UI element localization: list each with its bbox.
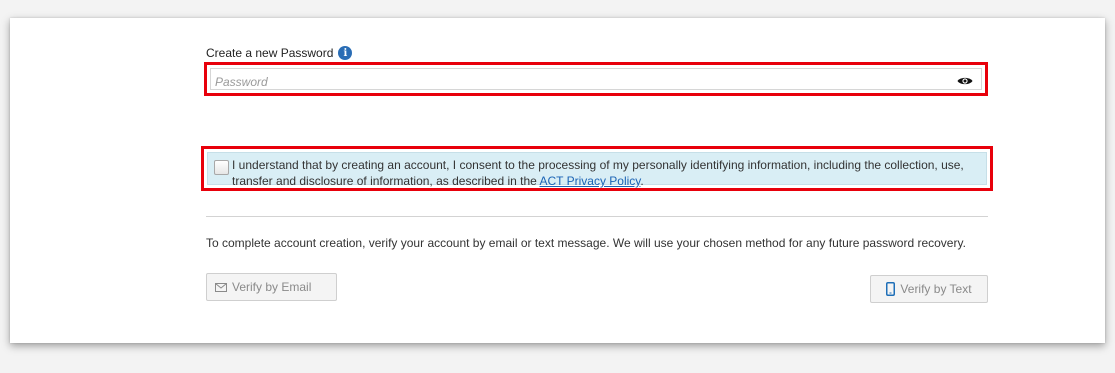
consent-text: I understand that by creating an account… <box>232 157 982 189</box>
password-field-wrapper <box>210 68 982 93</box>
verification-instructions: To complete account creation, verify you… <box>206 236 966 250</box>
section-divider <box>206 216 988 217</box>
password-input[interactable] <box>213 71 937 93</box>
mobile-phone-icon <box>886 282 896 296</box>
consent-period: . <box>640 174 644 188</box>
envelope-icon <box>215 282 227 292</box>
privacy-policy-link[interactable]: ACT Privacy Policy <box>540 174 641 188</box>
consent-box: I understand that by creating an account… <box>207 152 987 188</box>
verify-by-email-button[interactable]: Verify by Email <box>206 273 337 301</box>
password-label: Create a new Password <box>206 46 334 60</box>
eye-icon[interactable] <box>957 76 973 86</box>
consent-highlight-outline: I understand that by creating an account… <box>201 146 993 191</box>
account-creation-card: Create a new Password i I understand tha… <box>10 18 1105 343</box>
verify-by-email-label: Verify by Email <box>232 280 312 294</box>
password-label-row: Create a new Password i <box>206 46 353 60</box>
verify-by-text-button[interactable]: Verify by Text <box>870 275 988 303</box>
verify-by-text-label: Verify by Text <box>900 282 972 296</box>
info-icon[interactable]: i <box>338 46 353 60</box>
password-highlight-outline <box>204 62 988 96</box>
consent-checkbox[interactable] <box>214 160 229 175</box>
